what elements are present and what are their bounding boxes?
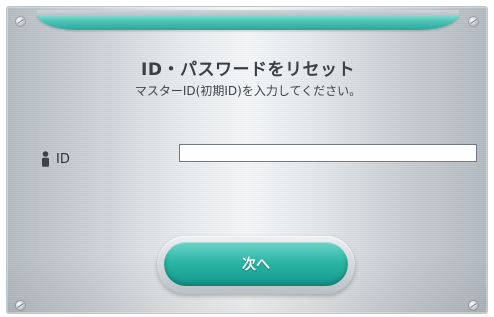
- reset-dialog-panel: ID・パスワードをリセット マスターID(初期ID)を入力してください。 ID …: [6, 6, 488, 314]
- top-accent-bar: [37, 10, 459, 30]
- screw-icon: [16, 17, 25, 26]
- id-field-label-group: ID: [41, 150, 70, 168]
- person-icon: [42, 151, 49, 167]
- id-input[interactable]: [179, 144, 477, 162]
- id-label: ID: [56, 151, 70, 167]
- next-button-bezel: 次へ: [157, 236, 355, 294]
- screw-icon: [16, 301, 25, 310]
- dialog-subtitle: マスターID(初期ID)を入力してください。: [134, 84, 362, 98]
- dialog-title: ID・パスワードをリセット: [141, 60, 355, 80]
- next-button[interactable]: 次へ: [164, 242, 348, 286]
- screw-icon: [469, 17, 478, 26]
- screw-icon: [469, 301, 478, 310]
